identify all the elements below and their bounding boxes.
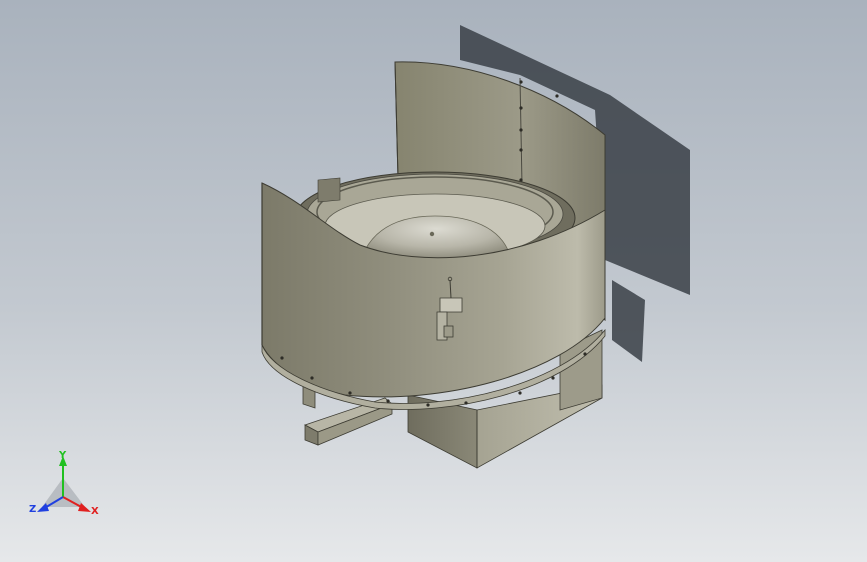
feeder-bowl-model[interactable] [0,0,867,562]
graphics-viewport[interactable]: Y X Z [0,0,867,562]
y-axis-label: Y [59,450,67,461]
coordinate-triad [37,456,91,512]
z-axis-label: Z [29,504,37,515]
x-axis-label: X [91,506,99,517]
